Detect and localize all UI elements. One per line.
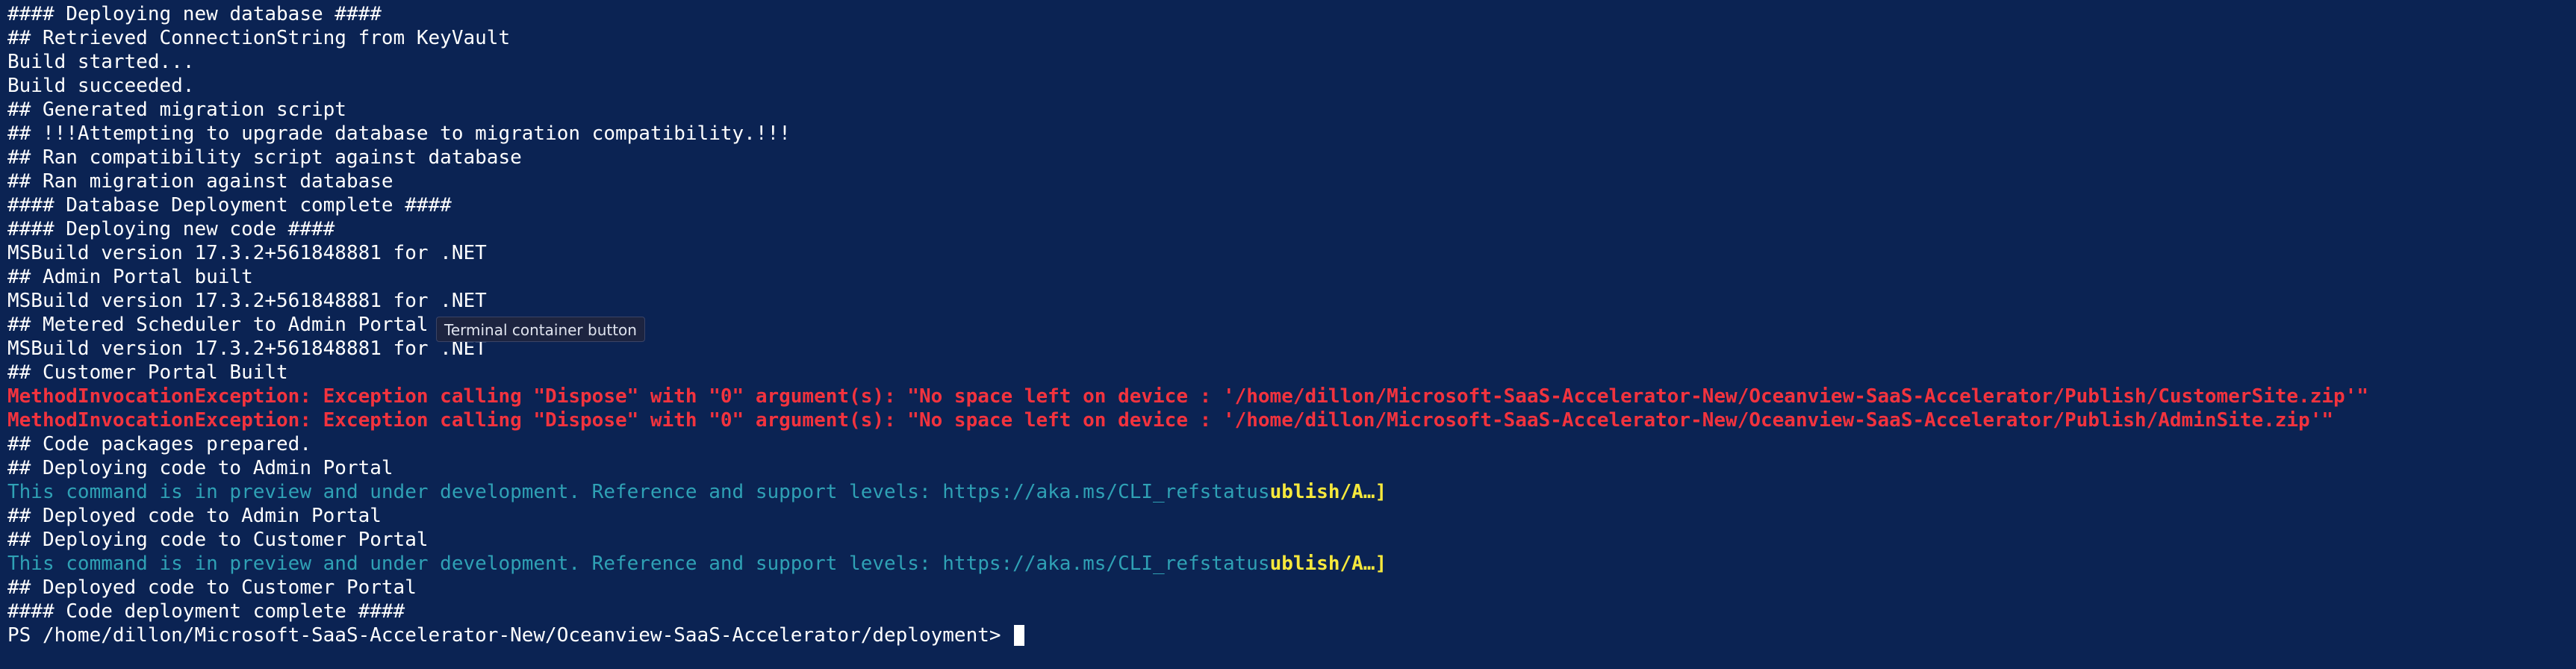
output-line: ## Retrieved ConnectionString from KeyVa… bbox=[7, 26, 2576, 50]
line-text: ## Deploying code to Customer Portal bbox=[7, 529, 429, 551]
info-line: This command is in preview and under dev… bbox=[7, 480, 2576, 504]
output-line: #### Code deployment complete #### bbox=[7, 600, 2576, 623]
terminal-container-button-tooltip: Terminal container button bbox=[436, 317, 645, 342]
line-text: Build started... bbox=[7, 51, 195, 73]
line-text: #### Deploying new code #### bbox=[7, 218, 335, 240]
line-text: ## Code packages prepared. bbox=[7, 433, 311, 455]
line-text: ## Retrieved ConnectionString from KeyVa… bbox=[7, 27, 511, 49]
line-text: #### Deploying new database #### bbox=[7, 3, 382, 25]
line-text: #### Code deployment complete #### bbox=[7, 600, 405, 623]
line-text: ## Deployed code to Customer Portal bbox=[7, 576, 417, 599]
output-line: ## Deploying code to Admin Portal bbox=[7, 456, 2576, 480]
output-line: ## Admin Portal built bbox=[7, 265, 2576, 289]
error-line: MethodInvocationException: Exception cal… bbox=[7, 408, 2576, 432]
line-text: ## Deployed code to Admin Portal bbox=[7, 505, 382, 527]
line-text: This command is in preview and under dev… bbox=[7, 481, 1270, 503]
output-line: #### Database Deployment complete #### bbox=[7, 193, 2576, 217]
line-text: ## Ran compatibility script against data… bbox=[7, 146, 522, 169]
line-text: ## !!!Attempting to upgrade database to … bbox=[7, 122, 791, 145]
output-line: ## Deployed code to Admin Portal bbox=[7, 504, 2576, 528]
terminal-prompt-line[interactable]: PS /home/dillon/Microsoft-SaaS-Accelerat… bbox=[7, 623, 2576, 647]
output-line: ## Ran compatibility script against data… bbox=[7, 146, 2576, 169]
terminal-lines: #### Deploying new database #### ## Retri… bbox=[7, 2, 2576, 623]
line-text: MSBuild version 17.3.2+561848881 for .NE… bbox=[7, 290, 487, 312]
line-text: MethodInvocationException: Exception cal… bbox=[7, 409, 2334, 432]
line-text: ## Deploying code to Admin Portal bbox=[7, 457, 393, 479]
error-line: MethodInvocationException: Exception cal… bbox=[7, 385, 2576, 408]
line-text: #### Database Deployment complete #### bbox=[7, 194, 452, 217]
output-line: ## Metered Scheduler to Admin Portal B bbox=[7, 313, 2576, 337]
output-line: ## Customer Portal Built bbox=[7, 361, 2576, 385]
info-line: This command is in preview and under dev… bbox=[7, 552, 2576, 576]
output-line: MSBuild version 17.3.2+561848881 for .NE… bbox=[7, 289, 2576, 313]
line-text: ## Ran migration against database bbox=[7, 170, 393, 193]
output-line: ## Ran migration against database bbox=[7, 169, 2576, 193]
line-text: MethodInvocationException: Exception cal… bbox=[7, 385, 2368, 408]
line-text: ## Generated migration script bbox=[7, 99, 346, 121]
line-text: This command is in preview and under dev… bbox=[7, 553, 1270, 575]
output-line: #### Deploying new code #### bbox=[7, 217, 2576, 241]
line-text: ## Admin Portal built bbox=[7, 266, 253, 288]
output-line: ## Deployed code to Customer Portal bbox=[7, 576, 2576, 600]
output-line: Build succeeded. bbox=[7, 74, 2576, 98]
line-text: ## Customer Portal Built bbox=[7, 361, 288, 384]
truncated-path-highlight: ublish/A…] bbox=[1269, 553, 1387, 575]
output-line: MSBuild version 17.3.2+561848881 for .NE… bbox=[7, 337, 2576, 361]
terminal-output[interactable]: #### Deploying new database #### ## Retri… bbox=[0, 0, 2576, 669]
output-line: Build started... bbox=[7, 50, 2576, 74]
line-text: MSBuild version 17.3.2+561848881 for .NE… bbox=[7, 337, 487, 360]
output-line: ## Code packages prepared. bbox=[7, 432, 2576, 456]
output-line: MSBuild version 17.3.2+561848881 for .NE… bbox=[7, 241, 2576, 265]
output-line: ## !!!Attempting to upgrade database to … bbox=[7, 122, 2576, 146]
output-line: #### Deploying new database #### bbox=[7, 2, 2576, 26]
truncated-path-highlight: ublish/A…] bbox=[1269, 481, 1387, 503]
line-text: ## Metered Scheduler to Admin Portal B bbox=[7, 314, 452, 336]
line-text: Build succeeded. bbox=[7, 75, 195, 97]
output-line: ## Generated migration script bbox=[7, 98, 2576, 122]
prompt-text: PS /home/dillon/Microsoft-SaaS-Accelerat… bbox=[7, 624, 1013, 647]
line-text: MSBuild version 17.3.2+561848881 for .NE… bbox=[7, 242, 487, 264]
text-cursor bbox=[1014, 625, 1025, 646]
output-line: ## Deploying code to Customer Portal bbox=[7, 528, 2576, 552]
